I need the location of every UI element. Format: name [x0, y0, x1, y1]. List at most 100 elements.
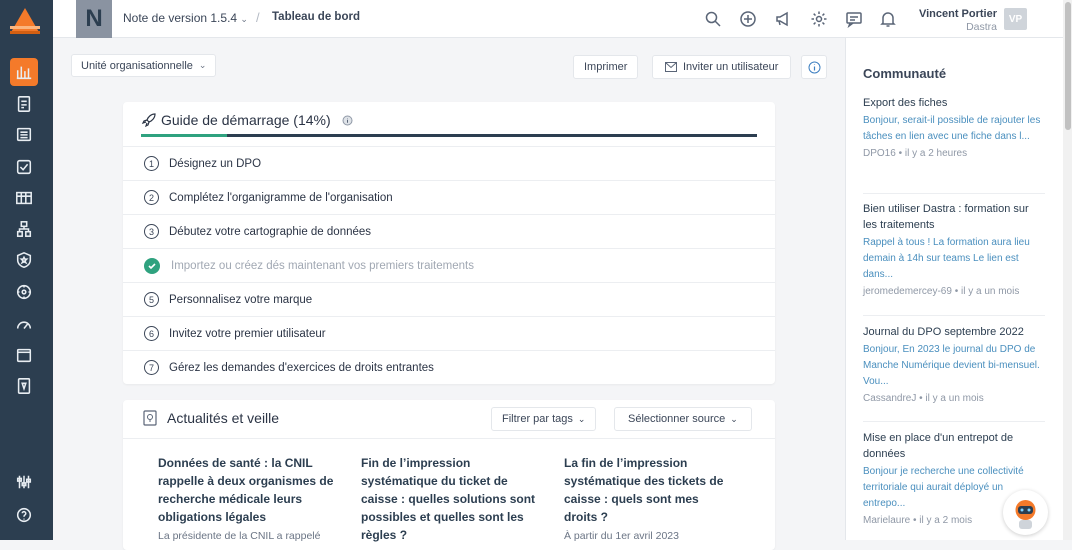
step-label: Invitez votre premier utilisateur: [169, 327, 326, 340]
chevron-down-icon: ⌄: [240, 14, 248, 24]
divider: [123, 438, 775, 439]
post-title: Journal du DPO septembre 2022: [863, 326, 1024, 338]
news-item-excerpt: La présidente de la CNIL a rappelé: [158, 530, 321, 542]
post-title: Export des fiches: [863, 97, 948, 109]
topbar: N Note de version 1.5.4 ⌄ / Tableau de b…: [53, 0, 1063, 38]
guide-step[interactable]: 5 Personnalisez votre marque: [123, 282, 775, 316]
divider: [863, 193, 1045, 194]
version-label: Note de version 1.5.4: [123, 11, 238, 25]
divider: [863, 421, 1045, 422]
news-item-title[interactable]: Données de santé : la CNIL rappelle à de…: [158, 454, 338, 526]
community-panel: Communauté Export des fiches Bonjour, se…: [845, 38, 1063, 540]
chevron-down-icon: ⌄: [730, 413, 738, 424]
step-label: Gérez les demandes d'exercices de droits…: [169, 361, 434, 374]
page-title: Tableau de bord: [272, 11, 360, 23]
folder-icon[interactable]: [10, 341, 38, 369]
info-button[interactable]: [801, 55, 827, 79]
community-post[interactable]: Export des fiches Bonjour, serait-il pos…: [863, 95, 1045, 159]
check-circle-icon: [144, 257, 160, 274]
filter-tags-button[interactable]: Filtrer par tags ⌄: [491, 407, 597, 431]
select-source-label: Sélectionner source: [628, 413, 726, 425]
version-dropdown[interactable]: Note de version 1.5.4 ⌄: [123, 11, 248, 25]
shield-icon[interactable]: [10, 246, 38, 274]
bell-icon[interactable]: [879, 10, 897, 28]
news-item-excerpt: À partir du 1er avril 2023: [564, 530, 679, 542]
dashboard-icon[interactable]: [10, 58, 38, 86]
search-icon[interactable]: [704, 10, 722, 28]
chevron-down-icon: ⌄: [577, 413, 586, 424]
envelope-icon: [665, 62, 677, 72]
invite-user-button[interactable]: Inviter un utilisateur: [652, 55, 792, 79]
dastra-logo[interactable]: [8, 6, 42, 38]
getting-started-card: Guide de démarrage (14%) 1 Désignez un DP…: [123, 102, 775, 384]
audit-icon[interactable]: [10, 372, 38, 400]
settings-sliders-icon[interactable]: [10, 468, 38, 496]
guide-step[interactable]: 2 Complétez l'organigramme de l'organisat…: [123, 180, 775, 214]
chat-icon[interactable]: [845, 10, 863, 29]
compass-icon[interactable]: [10, 278, 38, 306]
post-meta: DPO16 • il y a 2 heures: [863, 148, 968, 159]
checklist-icon[interactable]: [10, 153, 38, 181]
help-icon[interactable]: [10, 501, 38, 529]
step-number: 3: [144, 224, 159, 239]
megaphone-icon[interactable]: [774, 10, 792, 28]
sidebar: [0, 0, 53, 540]
post-title: Mise en place d'un entrepot de données: [863, 432, 1014, 460]
chevron-down-icon: ⌄: [198, 60, 207, 70]
gauge-icon[interactable]: [10, 310, 38, 338]
step-label: Désignez un DPO: [169, 157, 262, 170]
post-meta: CassandreJ • il y a un mois: [863, 393, 984, 404]
print-label: Imprimer: [584, 61, 628, 73]
progress-fill: [141, 134, 228, 137]
print-button[interactable]: Imprimer: [573, 55, 639, 79]
community-post[interactable]: Bien utiliser Dastra : formation sur les…: [863, 201, 1045, 297]
guide-step[interactable]: 6 Invitez votre premier utilisateur: [123, 316, 775, 350]
news-title: Actualités et veille: [167, 410, 280, 426]
news-card: Actualités et veille Filtrer par tags ⌄ S…: [123, 400, 775, 550]
gear-icon[interactable]: [810, 10, 828, 28]
unit-select[interactable]: Unité organisationnelle ⌄: [71, 54, 217, 77]
step-number: 6: [144, 326, 159, 341]
divider: [863, 315, 1045, 316]
news-item-title[interactable]: Fin de l’impression systématique du tick…: [361, 454, 536, 544]
rocket-icon: [141, 113, 156, 128]
add-circle-icon[interactable]: [739, 10, 757, 28]
guide-step[interactable]: 7 Gérez les demandes d'exercices de droit…: [123, 350, 775, 384]
step-label: Complétez l'organigramme de l'organisati…: [169, 191, 393, 204]
post-body: Bonjour, En 2023 le journal du DPO de Ma…: [863, 344, 1040, 387]
news-item-title[interactable]: La fin de l’impression systématique des …: [564, 454, 734, 526]
assistant-bot-icon[interactable]: [1003, 490, 1048, 535]
news-icon: [143, 410, 157, 426]
scrollbar-thumb[interactable]: [1065, 2, 1071, 130]
user-avatar[interactable]: VP: [1004, 8, 1027, 30]
register-icon[interactable]: [10, 120, 38, 148]
community-title: Communauté: [863, 66, 947, 81]
guide-title-text: Guide de démarrage (14%): [161, 112, 331, 128]
step-number: 1: [144, 156, 159, 171]
user-org: Dastra: [966, 21, 997, 33]
guide-step[interactable]: 3 Débutez votre cartographie de données: [123, 214, 775, 248]
post-body: Bonjour, serait-il possible de rajouter …: [863, 115, 1041, 142]
info-icon[interactable]: [342, 115, 353, 126]
post-meta: jeromedemercey-69 • il y a un mois: [863, 286, 1020, 297]
community-post[interactable]: Journal du DPO septembre 2022 Bonjour, E…: [863, 324, 1045, 404]
info-icon: [808, 61, 820, 73]
user-name[interactable]: Vincent Portier: [913, 8, 997, 20]
step-number: 7: [144, 360, 159, 375]
step-number: 5: [144, 292, 159, 307]
step-number: 2: [144, 190, 159, 205]
table-icon[interactable]: [10, 184, 38, 212]
network-icon[interactable]: [10, 215, 38, 243]
step-label: Personnalisez votre marque: [169, 293, 313, 306]
breadcrumb-separator: /: [256, 10, 260, 25]
invite-label: Inviter un utilisateur: [683, 61, 779, 73]
document-icon[interactable]: [10, 90, 38, 118]
select-source-button[interactable]: Sélectionner source ⌄: [614, 407, 752, 431]
step-label: Importez ou créez dés maintenant vos pre…: [171, 259, 474, 272]
org-avatar[interactable]: N: [76, 0, 112, 38]
guide-step[interactable]: Importez ou créez dés maintenant vos pre…: [123, 248, 775, 282]
guide-title: Guide de démarrage (14%): [161, 112, 353, 128]
guide-step[interactable]: 1 Désignez un DPO: [123, 146, 775, 180]
post-body: Rappel à tous ! La formation aura lieu d…: [863, 237, 1030, 280]
unit-select-label: Unité organisationnelle: [81, 59, 193, 72]
